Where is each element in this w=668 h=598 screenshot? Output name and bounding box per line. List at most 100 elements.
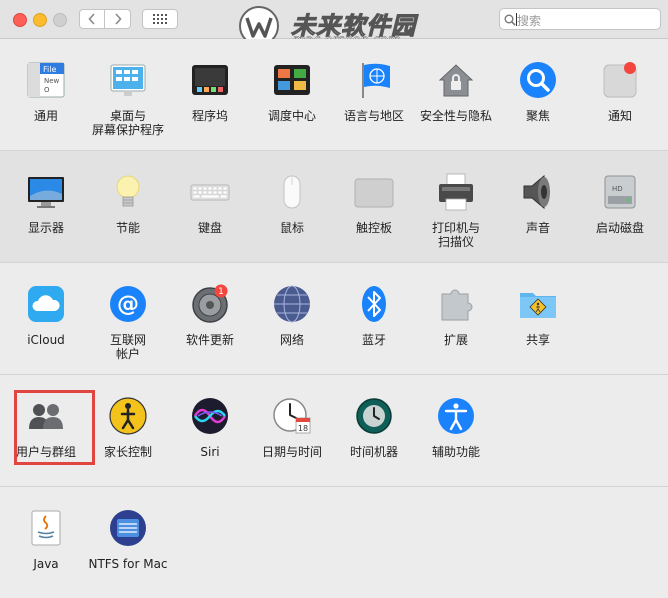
pane-notifications[interactable]: 通知 — [579, 60, 661, 140]
grid-icon — [153, 14, 167, 24]
pane-label: 显示器 — [27, 221, 64, 235]
pane-label: 打印机与 扫描仪 — [431, 221, 480, 249]
bulb-icon — [116, 175, 140, 207]
folder-share-icon — [520, 293, 556, 318]
svg-text:File: File — [43, 65, 56, 74]
pane-extensions[interactable]: 扩展 — [415, 284, 497, 364]
pane-label: 互联网 帐户 — [109, 333, 146, 361]
pane-energy[interactable]: 节能 — [87, 172, 169, 252]
pane-trackpad[interactable]: 触控板 — [333, 172, 415, 252]
pane-date-time[interactable]: 18 日期与时间 — [251, 396, 333, 476]
pane-label: 通知 — [607, 109, 632, 123]
pane-label: iCloud — [27, 333, 65, 347]
pane-label: 触控板 — [355, 221, 392, 235]
siri-icon — [192, 398, 228, 434]
pane-label: 家长控制 — [103, 445, 152, 459]
pane-displays[interactable]: 显示器 — [5, 172, 87, 252]
pane-label: Java — [33, 557, 59, 571]
pane-mouse[interactable]: 鼠标 — [251, 172, 333, 252]
java-icon — [31, 510, 61, 546]
notifications-icon — [603, 62, 637, 98]
parental-icon — [109, 397, 147, 435]
system-preferences-window: 未来软件园 mac.orsoon.com 搜索 File New O 通用 — [0, 0, 668, 598]
minimize-button[interactable] — [33, 13, 47, 27]
speaker-icon — [523, 174, 550, 210]
pane-java[interactable]: Java — [5, 508, 87, 588]
selection-highlight — [14, 390, 95, 465]
pane-parental-controls[interactable]: 家长控制 — [87, 396, 169, 476]
pane-time-machine[interactable]: 时间机器 — [333, 396, 415, 476]
search-field[interactable]: 搜索 — [499, 8, 661, 30]
pane-bluetooth[interactable]: 蓝牙 — [333, 284, 415, 364]
pane-internet-accounts[interactable]: @ 互联网 帐户 — [87, 284, 169, 364]
ntfs-icon — [110, 510, 146, 546]
pane-keyboard[interactable]: 键盘 — [169, 172, 251, 252]
clock-icon: 18 — [273, 398, 311, 434]
pane-label: 聚焦 — [525, 109, 550, 123]
globe-icon — [274, 285, 310, 323]
chevron-left-icon — [88, 13, 95, 25]
search-icon — [504, 14, 516, 26]
pane-label: 时间机器 — [349, 445, 398, 459]
spotlight-icon — [520, 62, 556, 98]
pane-label: 桌面与 屏幕保护程序 — [91, 109, 164, 137]
show-all-button[interactable] — [142, 9, 178, 29]
svg-text:1: 1 — [218, 287, 224, 297]
house-lock-icon — [438, 64, 474, 97]
pane-printers-scanners[interactable]: 打印机与 扫描仪 — [415, 172, 497, 252]
pane-label: 共享 — [525, 333, 550, 347]
pane-accessibility[interactable]: 辅助功能 — [415, 396, 497, 476]
pane-dock[interactable]: 程序坞 — [169, 60, 251, 140]
search-placeholder: 搜索 — [517, 14, 542, 28]
pane-general[interactable]: File New O 通用 — [5, 60, 87, 140]
pane-label: 软件更新 — [185, 333, 234, 347]
bluetooth-icon — [362, 286, 386, 322]
svg-text:18: 18 — [298, 424, 308, 433]
pane-spotlight[interactable]: 聚焦 — [497, 60, 579, 140]
pane-label: 键盘 — [197, 221, 222, 235]
pane-label: 声音 — [525, 221, 550, 235]
pane-language-region[interactable]: 语言与地区 — [333, 60, 415, 140]
icloud-icon — [28, 286, 64, 322]
pane-label: 扩展 — [443, 333, 468, 347]
pane-sharing[interactable]: 共享 — [497, 284, 579, 364]
close-button[interactable] — [13, 13, 27, 27]
pane-ntfs-for-mac[interactable]: NTFS for Mac — [87, 508, 169, 588]
pane-network[interactable]: 网络 — [251, 284, 333, 364]
zoom-button[interactable] — [53, 13, 67, 27]
pane-label: 辅助功能 — [431, 445, 480, 459]
pane-label: 通用 — [33, 109, 58, 123]
mouse-icon — [283, 175, 301, 209]
pane-software-update[interactable]: 1 软件更新 — [169, 284, 251, 364]
pane-desktop[interactable]: 桌面与 屏幕保护程序 — [87, 60, 169, 140]
gear-icon: 1 — [192, 284, 228, 323]
keyboard-icon — [190, 184, 230, 201]
dock-icon — [192, 65, 228, 95]
disk-icon: HD — [604, 175, 636, 209]
pane-security[interactable]: 安全性与隐私 — [415, 60, 497, 140]
pane-label: Siri — [200, 445, 220, 459]
pane-siri[interactable]: Siri — [169, 396, 251, 476]
svg-text:O: O — [44, 86, 50, 94]
pane-label: 调度中心 — [267, 109, 316, 123]
pane-icloud[interactable]: iCloud — [5, 284, 87, 364]
back-button[interactable] — [79, 9, 105, 29]
titlebar: 未来软件园 mac.orsoon.com 搜索 — [0, 0, 668, 48]
pane-label: 鼠标 — [279, 221, 304, 235]
pane-sound[interactable]: 声音 — [497, 172, 579, 252]
pane-label: NTFS for Mac — [88, 557, 168, 571]
accessibility-icon — [438, 398, 474, 434]
pane-label: 程序坞 — [191, 109, 228, 123]
printer-icon — [439, 173, 473, 211]
pane-label: 蓝牙 — [361, 333, 386, 347]
time-machine-icon — [356, 398, 392, 434]
pane-label: 安全性与隐私 — [419, 109, 492, 123]
general-icon: File New O — [27, 62, 65, 98]
pane-label: 网络 — [279, 333, 304, 347]
pane-mission-control[interactable]: 调度中心 — [251, 60, 333, 140]
pane-label: 节能 — [115, 221, 140, 235]
forward-button[interactable] — [105, 9, 131, 29]
pane-startup-disk[interactable]: HD 启动磁盘 — [579, 172, 661, 252]
svg-text:New: New — [44, 77, 60, 85]
svg-text:HD: HD — [612, 185, 623, 193]
